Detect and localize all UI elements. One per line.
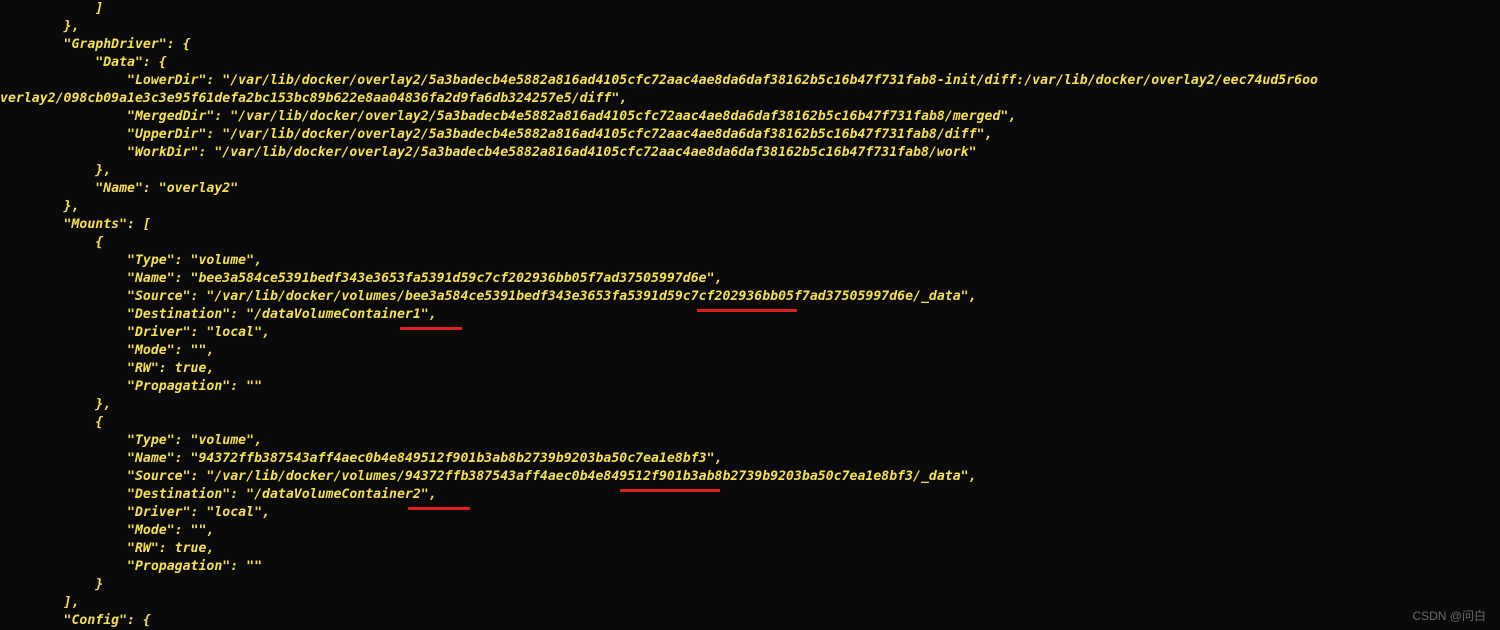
json-line: "Type": "volume",	[0, 433, 262, 448]
json-line: "Name": "overlay2"	[0, 181, 238, 196]
json-line: "RW": true,	[0, 361, 214, 376]
json-line: "Name": "94372ffb387543aff4aec0b4e849512…	[0, 451, 723, 466]
json-line: },	[0, 163, 111, 178]
json-line: "Source": "/var/lib/docker/volumes/94372…	[0, 469, 977, 484]
json-line: },	[0, 397, 111, 412]
json-line: {	[0, 415, 103, 430]
json-line: {	[0, 235, 103, 250]
json-line: },	[0, 199, 79, 214]
json-line: "Mounts": [	[0, 217, 151, 232]
highlight-underline	[408, 507, 470, 510]
json-line: "Mode": "",	[0, 523, 214, 538]
json-line: "Mode": "",	[0, 343, 214, 358]
watermark-text: CSDN @问白	[1412, 607, 1486, 624]
json-line: "Driver": "local",	[0, 325, 270, 340]
json-line: "Name": "bee3a584ce5391bedf343e3653fa539…	[0, 271, 723, 286]
json-line: "GraphDriver": {	[0, 37, 191, 52]
json-line: ]	[0, 1, 103, 16]
json-line: verlay2/098cb09a1e3c3e95f61defa2bc153bc8…	[0, 91, 627, 106]
json-line: },	[0, 19, 79, 34]
json-line: "WorkDir": "/var/lib/docker/overlay2/5a3…	[0, 145, 977, 160]
json-line: "Propagation": ""	[0, 379, 262, 394]
json-line: "UpperDir": "/var/lib/docker/overlay2/5a…	[0, 127, 992, 142]
highlight-underline	[400, 327, 462, 330]
highlight-underline	[620, 489, 720, 492]
json-line: }	[0, 577, 103, 592]
json-line: "Source": "/var/lib/docker/volumes/bee3a…	[0, 289, 977, 304]
json-line: "Destination": "/dataVolumeContainer2",	[0, 487, 437, 502]
json-line: "Driver": "local",	[0, 505, 270, 520]
json-output: ] }, "GraphDriver": { "Data": { "LowerDi…	[0, 0, 1500, 630]
json-line: "Type": "volume",	[0, 253, 262, 268]
json-line: "Destination": "/dataVolumeContainer1",	[0, 307, 437, 322]
json-line: "Propagation": ""	[0, 559, 262, 574]
json-line: "RW": true,	[0, 541, 214, 556]
json-line: ],	[0, 595, 79, 610]
json-line: "Config": {	[0, 613, 151, 628]
highlight-underline	[697, 309, 797, 312]
json-line: "LowerDir": "/var/lib/docker/overlay2/5a…	[0, 73, 1318, 88]
json-line: "MergedDir": "/var/lib/docker/overlay2/5…	[0, 109, 1016, 124]
json-line: "Data": {	[0, 55, 167, 70]
